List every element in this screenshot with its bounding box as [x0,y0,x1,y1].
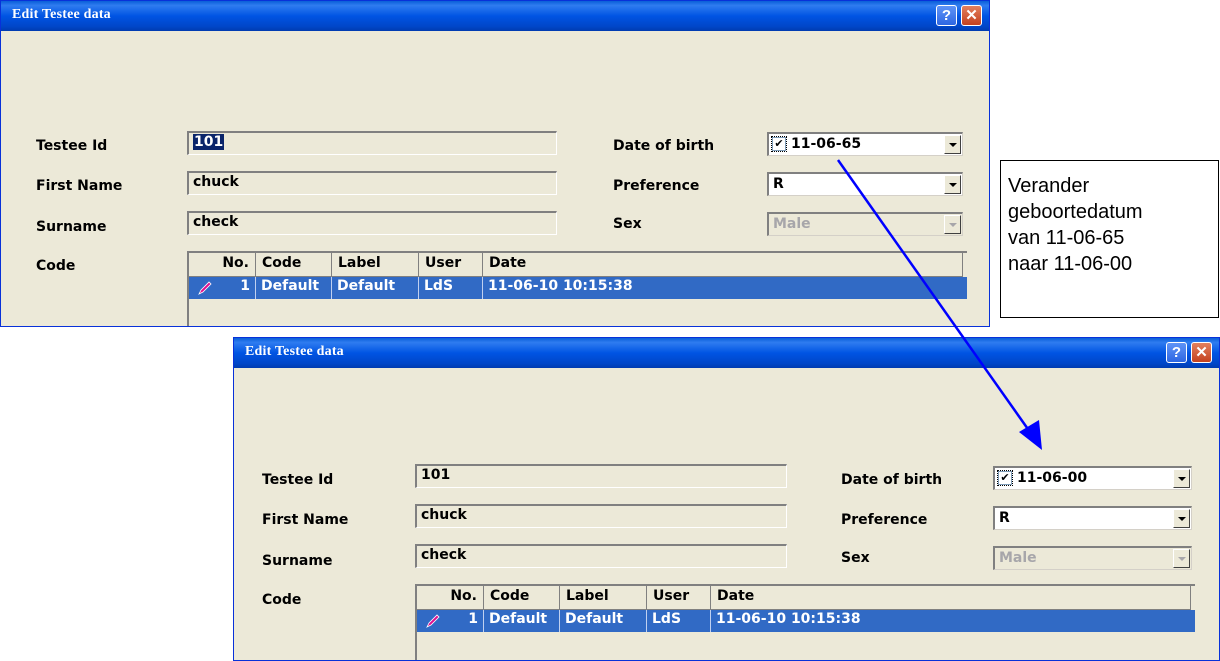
date-of-birth-picker[interactable]: ✔ 11-06-00 [993,466,1192,490]
surname-label: Surname [36,219,107,235]
edit-testee-dialog-before: Edit Testee data ? ✕ Testee Id First Nam… [0,0,990,327]
testee-id-field[interactable]: 101 [187,131,557,155]
testee-id-field[interactable]: 101 [415,464,787,488]
title-bar[interactable]: Edit Testee data ? ✕ [1,1,989,31]
chevron-down-icon[interactable] [1173,509,1190,528]
first-name-label: First Name [262,512,349,528]
column-header-no[interactable]: No. [189,253,256,277]
date-of-birth-value: 11-06-65 [791,136,862,152]
column-header-label[interactable]: Label [332,253,419,277]
column-header-user[interactable]: User [419,253,483,277]
chevron-down-icon [1173,549,1190,568]
cell-label: Default [560,610,647,632]
surname-field[interactable]: check [415,544,787,568]
edit-testee-dialog-after: Edit Testee data ? ✕ Testee Id First Nam… [233,337,1220,661]
cell-code: Default [256,277,332,299]
testee-id-label: Testee Id [36,138,108,154]
annotation-line: van 11-06-65 [1008,227,1125,249]
table-row[interactable]: 1 Default Default LdS 11-06-10 10:15:38 [417,610,1195,632]
cell-user: LdS [647,610,711,632]
help-button[interactable]: ? [936,5,957,26]
preference-select[interactable]: R [993,506,1192,530]
annotation-line: naar 11-06-00 [1008,253,1133,275]
column-header-user[interactable]: User [647,586,711,610]
sex-label: Sex [841,550,870,566]
help-button[interactable]: ? [1166,342,1187,363]
chevron-down-icon[interactable] [1173,469,1190,488]
preference-label: Preference [613,178,700,194]
annotation-note: Verander geboortedatum van 11-06-65 naar… [1000,160,1219,318]
preference-select[interactable]: R [767,172,963,196]
first-name-field[interactable]: chuck [415,504,787,528]
testee-id-label: Testee Id [262,472,334,488]
code-label: Code [262,592,302,608]
cell-date: 11-06-10 10:15:38 [716,611,861,627]
sex-label: Sex [613,216,642,232]
code-grid[interactable]: No. Code Label User Date 1 Default Defau… [187,251,967,326]
dialog-title: Edit Testee data [12,7,111,22]
preference-label: Preference [841,512,928,528]
sex-select: Male [993,546,1192,570]
preference-value: R [999,510,1010,526]
sex-value: Male [773,216,811,232]
annotation-line: Verander [1008,175,1090,197]
cell-user: LdS [419,277,483,299]
chevron-down-icon [944,215,961,234]
dialog-title: Edit Testee data [245,344,344,359]
title-bar[interactable]: Edit Testee data ? ✕ [234,338,1219,368]
sex-select: Male [767,212,963,236]
table-row[interactable]: 1 Default Default LdS 11-06-10 10:15:38 [189,277,967,299]
annotation-line: geboortedatum [1008,201,1143,223]
surname-field[interactable]: check [187,211,557,235]
column-header-code[interactable]: Code [256,253,332,277]
column-header-label[interactable]: Label [560,586,647,610]
grid-header: No. Code Label User Date [417,586,1195,610]
close-button[interactable]: ✕ [961,5,982,26]
column-header-date[interactable]: Date [483,253,963,277]
date-of-birth-label: Date of birth [613,138,715,154]
date-of-birth-label: Date of birth [841,472,943,488]
code-label: Code [36,258,76,274]
date-of-birth-value: 11-06-00 [1017,470,1088,486]
surname-label: Surname [262,553,333,569]
cell-date: 11-06-10 10:15:38 [488,278,633,294]
code-grid[interactable]: No. Code Label User Date 1 Default Defau… [415,584,1195,660]
cell-label: Default [332,277,419,299]
column-header-date[interactable]: Date [711,586,1191,610]
date-of-birth-picker[interactable]: ✔ 11-06-65 [767,132,963,156]
cell-no: 1 [417,610,484,632]
column-header-no[interactable]: No. [417,586,484,610]
chevron-down-icon[interactable] [944,135,961,154]
cell-code: Default [484,610,560,632]
first-name-field[interactable]: chuck [187,171,557,195]
first-name-label: First Name [36,178,123,194]
date-enabled-checkbox[interactable]: ✔ [771,136,787,152]
testee-id-value: 101 [193,134,225,150]
column-header-code[interactable]: Code [484,586,560,610]
grid-header: No. Code Label User Date [189,253,967,277]
close-button[interactable]: ✕ [1191,342,1212,363]
preference-value: R [773,176,784,192]
chevron-down-icon[interactable] [944,175,961,194]
cell-no: 1 [189,277,256,299]
date-enabled-checkbox[interactable]: ✔ [997,470,1013,486]
sex-value: Male [999,550,1037,566]
